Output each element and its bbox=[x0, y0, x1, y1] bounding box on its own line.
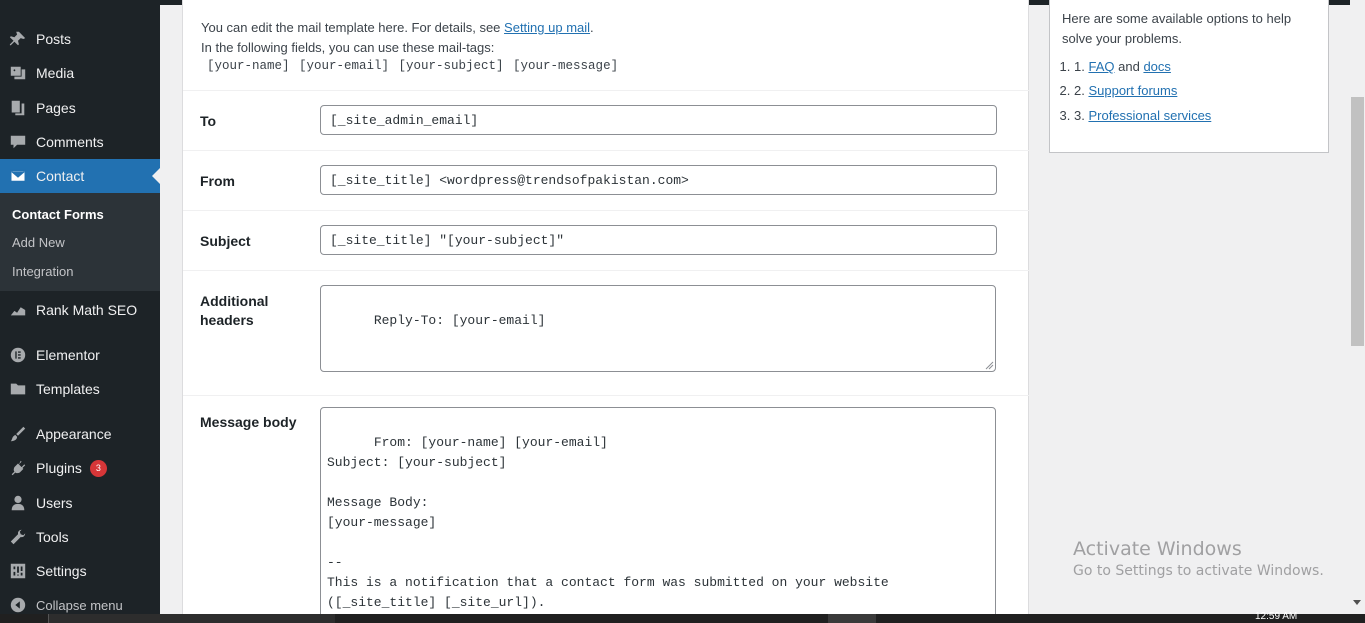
message-body-value: From: [your-name] [your-email] Subject: … bbox=[327, 435, 889, 610]
envelope-icon bbox=[0, 167, 36, 185]
collapse-arrow-icon bbox=[0, 596, 36, 614]
field-row-headers: Additional headers Reply-To: [your-email… bbox=[183, 270, 1030, 395]
sidebar-item-label: Comments bbox=[36, 134, 104, 150]
submenu-integration[interactable]: Integration bbox=[12, 264, 73, 279]
wrench-icon bbox=[0, 528, 36, 546]
activate-windows-title: Activate Windows bbox=[1073, 538, 1242, 560]
update-count-badge: 3 bbox=[89, 459, 107, 477]
intro-period: . bbox=[590, 20, 594, 35]
sidebar-item-label: Plugins bbox=[36, 460, 82, 476]
sidebar-item-contact[interactable]: Contact bbox=[0, 159, 160, 193]
help-text: Here are some available options to help … bbox=[1062, 11, 1292, 46]
user-icon bbox=[0, 494, 36, 512]
sidebar-item-plugins[interactable]: Plugins 3 bbox=[0, 451, 160, 485]
media-icon bbox=[0, 64, 36, 82]
scroll-down-arrow-icon[interactable] bbox=[1353, 600, 1361, 605]
plug-icon bbox=[0, 459, 36, 477]
intro-line: You can edit the mail template here. For… bbox=[201, 20, 594, 35]
taskbar-active-app[interactable] bbox=[828, 614, 876, 623]
mail-tags-intro: In the following fields, you can use the… bbox=[201, 40, 495, 55]
sidebar-item-appearance[interactable]: Appearance bbox=[0, 417, 160, 451]
sidebar-item-label: Appearance bbox=[36, 426, 112, 442]
sidebar-item-label: Settings bbox=[36, 563, 87, 579]
mail-settings-panel: You can edit the mail template here. For… bbox=[182, 0, 1030, 623]
message-body-label: Message body bbox=[200, 414, 297, 430]
message-body-textarea[interactable]: From: [your-name] [your-email] Subject: … bbox=[320, 407, 996, 623]
chart-icon bbox=[0, 301, 36, 319]
resize-handle-icon[interactable] bbox=[985, 361, 994, 370]
setting-up-mail-link[interactable]: Setting up mail bbox=[504, 20, 590, 35]
comment-icon bbox=[0, 133, 36, 151]
additional-headers-textarea[interactable]: Reply-To: [your-email] bbox=[320, 285, 996, 372]
subject-input[interactable]: [_site_title] "[your-subject]" bbox=[320, 225, 997, 255]
help-item-faq: 1. FAQ and docs bbox=[1074, 59, 1171, 74]
support-forums-link[interactable]: Support forums bbox=[1088, 83, 1177, 98]
settings-icon bbox=[0, 562, 36, 580]
headers-label-line1: Additional bbox=[200, 293, 269, 309]
field-row-subject: Subject [_site_title] "[your-subject]" bbox=[183, 210, 1030, 270]
sidebar-item-rank-math[interactable]: Rank Math SEO bbox=[0, 293, 160, 327]
sidebar-item-label: Posts bbox=[36, 31, 72, 47]
sidebar-item-label: Rank Math SEO bbox=[36, 302, 138, 318]
docs-link[interactable]: docs bbox=[1143, 59, 1170, 74]
field-row-from: From [_site_title] <wordpress@trendsofpa… bbox=[183, 150, 1030, 210]
contact-submenu: Contact Forms Add New Integration bbox=[0, 193, 160, 291]
intro-text: You can edit the mail template here. For… bbox=[201, 20, 501, 35]
submenu-contact-forms[interactable]: Contact Forms bbox=[12, 207, 104, 222]
to-input[interactable]: [_site_admin_email] bbox=[320, 105, 997, 135]
taskbar-search-box[interactable] bbox=[48, 614, 335, 623]
sidebar-item-pages[interactable]: Pages bbox=[0, 91, 160, 125]
sidebar-item-posts[interactable]: Posts bbox=[0, 22, 160, 56]
sidebar-item-tools[interactable]: Tools bbox=[0, 520, 160, 554]
sidebar-item-label: Contact bbox=[36, 168, 85, 184]
admin-sidebar: Posts Media Pages Comments Contact Conta… bbox=[0, 0, 160, 614]
sidebar-item-settings[interactable]: Settings bbox=[0, 554, 160, 588]
help-box: Here are some available options to help … bbox=[1049, 0, 1329, 153]
help-item-support: 2. Support forums bbox=[1074, 83, 1177, 98]
pushpin-icon bbox=[0, 30, 36, 48]
to-label: To bbox=[200, 113, 217, 129]
collapse-menu-label: Collapse menu bbox=[36, 597, 123, 613]
sidebar-item-users[interactable]: Users bbox=[0, 486, 160, 520]
sidebar-item-label: Elementor bbox=[36, 347, 100, 363]
sidebar-item-label: Templates bbox=[36, 381, 100, 397]
field-row-to: To [_site_admin_email] bbox=[183, 90, 1030, 150]
sidebar-item-label: Media bbox=[36, 65, 75, 81]
sidebar-item-media[interactable]: Media bbox=[0, 56, 160, 90]
sidebar-item-elementor[interactable]: Elementor bbox=[0, 338, 160, 372]
paintbrush-icon bbox=[0, 425, 36, 443]
taskbar-clock[interactable]: 12:59 AM bbox=[1255, 612, 1297, 622]
activate-windows-subtitle: Go to Settings to activate Windows. bbox=[1073, 563, 1324, 579]
faq-link[interactable]: FAQ bbox=[1088, 59, 1114, 74]
professional-services-link[interactable]: Professional services bbox=[1088, 108, 1211, 123]
pages-icon bbox=[0, 99, 36, 117]
sidebar-item-label: Tools bbox=[36, 529, 69, 545]
additional-headers-value: Reply-To: [your-email] bbox=[373, 313, 546, 328]
headers-label-line2: headers bbox=[200, 312, 254, 328]
and-text: and bbox=[1118, 59, 1140, 74]
sidebar-item-comments[interactable]: Comments bbox=[0, 125, 160, 159]
from-label: From bbox=[200, 173, 235, 189]
folder-icon bbox=[0, 380, 36, 398]
field-row-body: Message body From: [your-name] [your-ema… bbox=[183, 395, 1030, 623]
page-scrollbar-thumb[interactable] bbox=[1351, 97, 1364, 346]
sidebar-item-templates[interactable]: Templates bbox=[0, 372, 160, 406]
elementor-icon bbox=[0, 346, 36, 364]
sidebar-item-label: Pages bbox=[36, 100, 76, 116]
help-item-professional: 3. Professional services bbox=[1074, 108, 1211, 123]
sidebar-item-label: Users bbox=[36, 495, 73, 511]
submenu-add-new[interactable]: Add New bbox=[12, 235, 65, 250]
subject-label: Subject bbox=[200, 233, 251, 249]
from-input[interactable]: [_site_title] <wordpress@trendsofpakista… bbox=[320, 165, 997, 195]
mail-tags-list: [your-name] [your-email] [your-subject] … bbox=[207, 59, 619, 73]
